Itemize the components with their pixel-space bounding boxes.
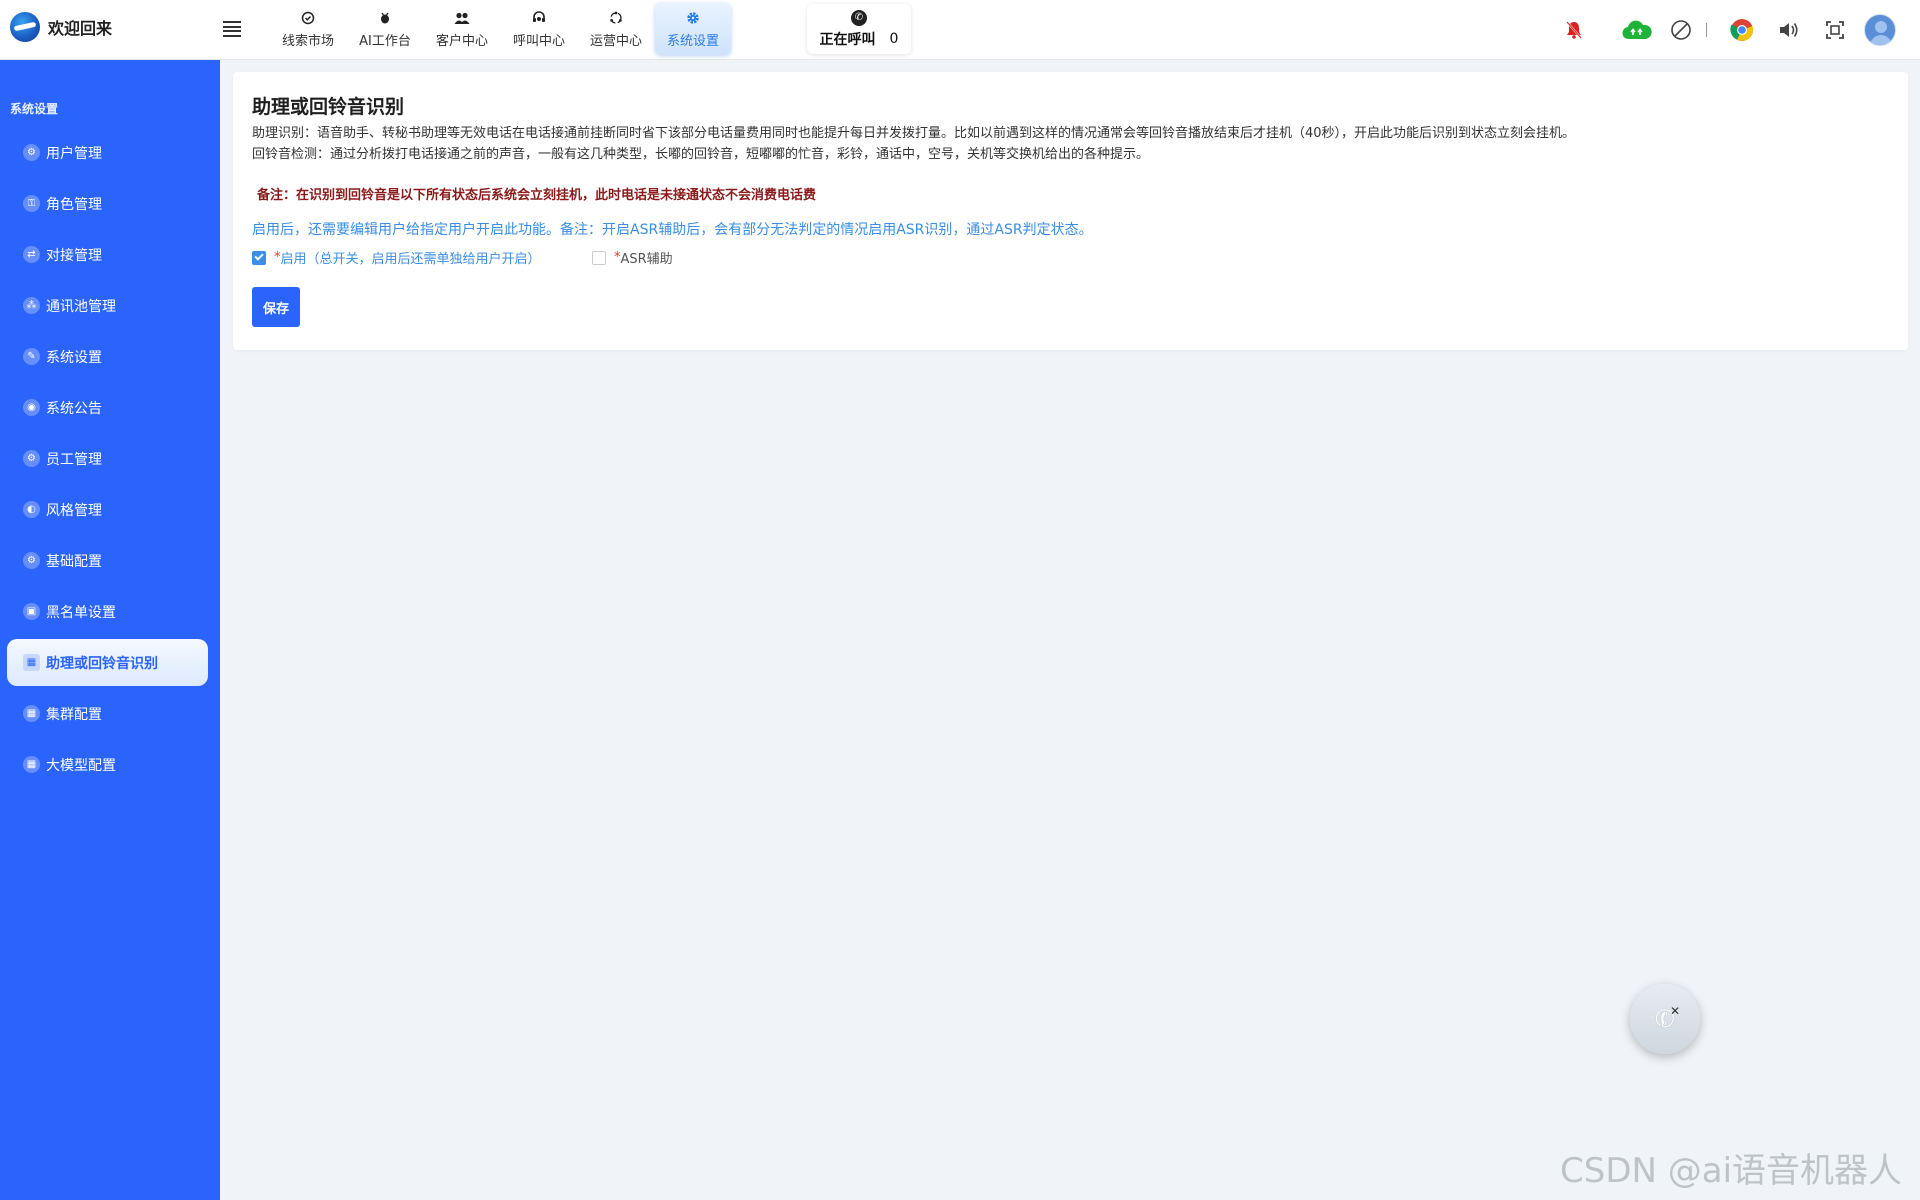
sidebar-item-blacklist-settings[interactable]: ▣ 黑名单设置	[7, 588, 208, 635]
link-icon: ⇄	[23, 246, 40, 263]
page-title: 助理或回铃音识别	[252, 96, 405, 118]
sidebar-item-llm-config[interactable]: ▦ 大模型配置	[7, 741, 208, 788]
wrench-icon: ✎	[23, 348, 40, 365]
gear-icon: ⚙	[23, 450, 40, 467]
toolbar-divider	[1705, 14, 1707, 46]
dashboard-icon: ▦	[23, 705, 40, 722]
user-avatar[interactable]	[1864, 14, 1896, 46]
cloud-upload-icon[interactable]	[1622, 14, 1652, 46]
enable-hint: 启用后，还需要编辑用户给指定用户开启此功能。备注：开启ASR辅助后，会有部分无法…	[252, 222, 1093, 238]
ringback-description: 回铃音检测：通过分析拨打电话接通之前的声音，一般有这几种类型，长嘟的回铃音，短嘟…	[252, 147, 1150, 162]
dashboard-icon: ▦	[23, 756, 40, 773]
block-icon[interactable]	[1669, 14, 1693, 46]
sidebar-item-basic-config[interactable]: ⚙ 基础配置	[7, 537, 208, 584]
sidebar-item-user-management[interactable]: ⚙ 用户管理	[7, 129, 208, 176]
sidebar-item-staff-management[interactable]: ⚙ 员工管理	[7, 435, 208, 482]
key-icon: ⚿	[23, 195, 40, 212]
sidebar-item-system-announcement[interactable]: ◉ 系统公告	[7, 384, 208, 431]
network-icon: ⁂	[23, 297, 40, 314]
enable-checkbox[interactable]: * 启用（总开关，启用后还需单独给用户开启）	[252, 248, 541, 267]
asr-assist-checkbox[interactable]: * ASR辅助	[592, 248, 673, 267]
settings-card: 助理或回铃音识别 助理识别：语音助手、转秘书助理等无效电话在电话接通前挂断同时省…	[233, 72, 1908, 350]
sidebar-item-role-management[interactable]: ⚿ 角色管理	[7, 180, 208, 227]
chrome-icon[interactable]	[1729, 14, 1755, 46]
asr-checkbox-box[interactable]	[592, 250, 606, 265]
bell-off-icon[interactable]	[1563, 14, 1585, 46]
sidebar-item-comm-pool-management[interactable]: ⁂ 通讯池管理	[7, 282, 208, 329]
enable-label: 启用（总开关，启用后还需单独给用户开启）	[280, 252, 541, 267]
sidebar-item-system-settings[interactable]: ✎ 系统设置	[7, 333, 208, 380]
dashboard-icon: ▦	[23, 654, 40, 671]
speaker-icon[interactable]	[1777, 14, 1801, 46]
palette-icon: ◐	[23, 501, 40, 518]
sidebar-title: 系统设置	[10, 102, 59, 116]
assistant-description: 助理识别：语音助手、转秘书助理等无效电话在电话接通前挂断同时省下该部分电话量费用…	[252, 126, 1576, 141]
sidebar-item-assistant-ringback-detection[interactable]: ▦ 助理或回铃音识别	[7, 639, 208, 686]
fullscreen-icon[interactable]	[1824, 14, 1846, 46]
close-icon: ✕	[1670, 1004, 1681, 1018]
bell-icon: ◉	[23, 399, 40, 416]
top-bar: 欢迎回来 线索市场 AI工作台 客户中心 呼叫中心 运营中心 系统设置 ✆ 正在…	[0, 0, 1920, 60]
gear-icon: ⚙	[23, 552, 40, 569]
sidebar: 系统设置 ⚙ 用户管理 ⚿ 角色管理 ⇄ 对接管理 ⁂ 通讯池管理 ✎ 系统设置…	[0, 60, 220, 1200]
save-button[interactable]: 保存	[252, 287, 300, 327]
gear-icon: ⚙	[23, 144, 40, 161]
billing-note: 备注：在识别到回铃音是以下所有状态后系统会立刻挂机，此时电话是未接通状态不会消费…	[257, 188, 817, 203]
watermark: CSDN @ai语音机器人	[1560, 1151, 1903, 1191]
floating-call-button[interactable]: ✆ ✕	[1630, 984, 1700, 1054]
sidebar-item-cluster-config[interactable]: ▦ 集群配置	[7, 690, 208, 737]
avatar-icon	[1864, 14, 1896, 46]
sidebar-item-integration-management[interactable]: ⇄ 对接管理	[7, 231, 208, 278]
asr-label: ASR辅助	[620, 252, 673, 267]
sidebar-item-style-management[interactable]: ◐ 风格管理	[7, 486, 208, 533]
enable-checkbox-box[interactable]	[252, 250, 266, 265]
id-card-icon: ▣	[23, 603, 40, 620]
